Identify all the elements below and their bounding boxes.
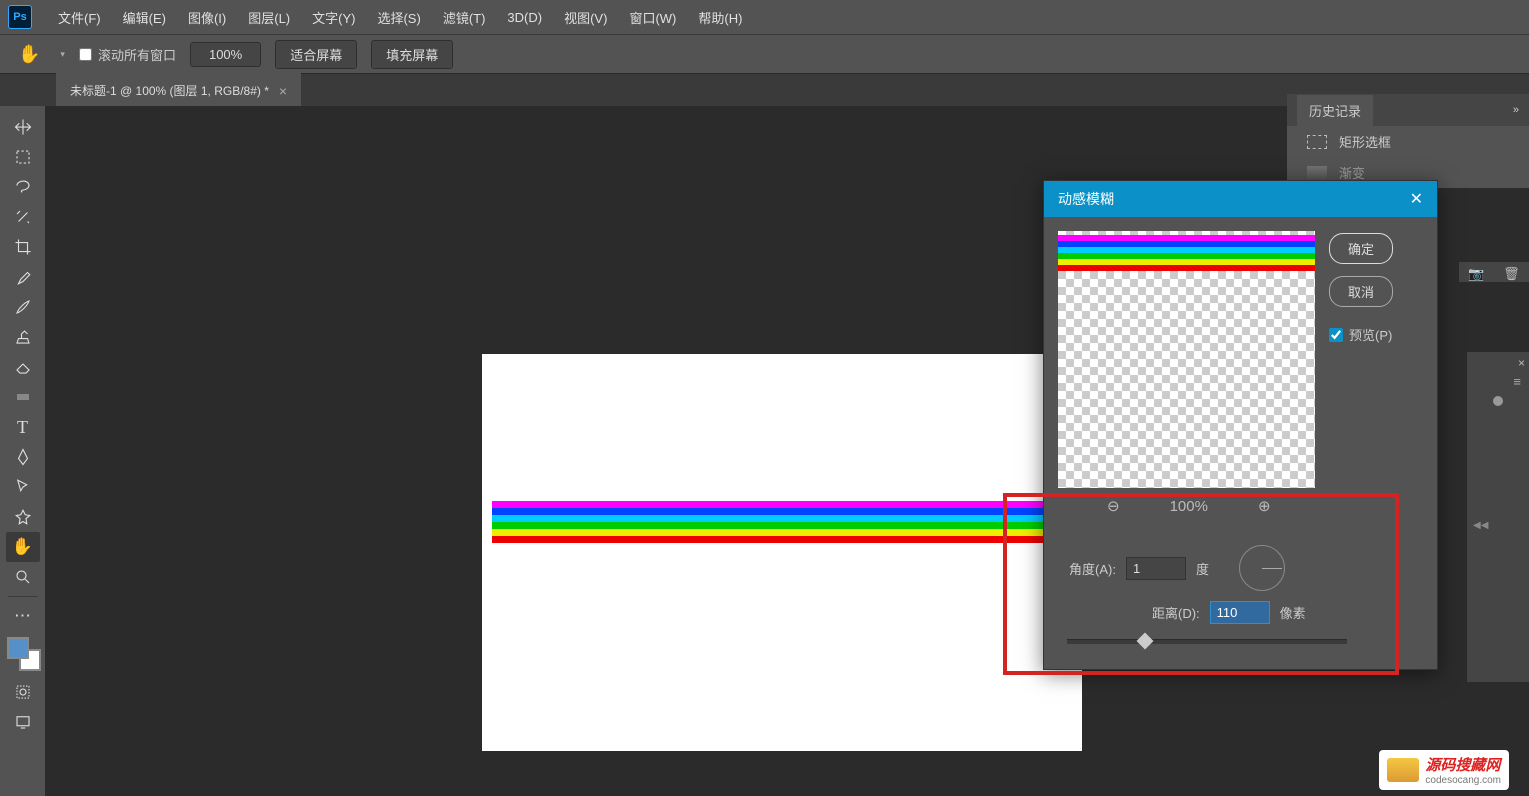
dialog-titlebar[interactable]: 动感模糊 ✕ <box>1044 181 1437 217</box>
hand-tool[interactable]: ✋ <box>6 532 40 562</box>
watermark-logo-icon <box>1387 758 1419 782</box>
type-tool[interactable]: T <box>6 412 40 442</box>
document-tab-title: 未标题-1 @ 100% (图层 1, RGB/8#) * <box>70 82 269 99</box>
distance-slider[interactable] <box>1067 639 1347 644</box>
scroll-all-label: 滚动所有窗口 <box>98 45 176 64</box>
menu-layer[interactable]: 图层(L) <box>238 2 300 33</box>
quick-mask-icon[interactable] <box>6 677 40 707</box>
history-item[interactable]: 矩形选框 <box>1287 126 1529 157</box>
distance-unit: 像素 <box>1280 603 1306 622</box>
watermark-url: codesocang.com <box>1425 775 1501 786</box>
menu-3d[interactable]: 3D(D) <box>497 4 552 31</box>
options-bar: ✋ ▾ 滚动所有窗口 100% 适合屏幕 填充屏幕 <box>0 34 1529 74</box>
panel-menu-icon[interactable]: ≡ <box>1513 374 1521 389</box>
ok-button[interactable]: 确定 <box>1329 233 1393 264</box>
edit-toolbar-icon[interactable]: ⋯ <box>6 601 40 631</box>
menu-file[interactable]: 文件(F) <box>48 2 111 33</box>
distance-label: 距离(D): <box>1152 603 1200 622</box>
screen-mode-icon[interactable] <box>6 707 40 737</box>
magic-wand-tool[interactable] <box>6 202 40 232</box>
clone-stamp-tool[interactable] <box>6 322 40 352</box>
preview-checkbox[interactable]: 预览(P) <box>1329 325 1393 344</box>
panel-close-icon[interactable]: × <box>1518 356 1525 370</box>
angle-label: 角度(A): <box>1069 559 1116 578</box>
brush-tool[interactable] <box>6 292 40 322</box>
history-item-label: 矩形选框 <box>1339 132 1391 151</box>
marquee-tool[interactable] <box>6 142 40 172</box>
tools-panel: T ✋ ⋯ <box>0 106 46 796</box>
zoom-level-field[interactable]: 100% <box>190 42 261 67</box>
gradient-tool[interactable] <box>6 382 40 412</box>
menu-window[interactable]: 窗口(W) <box>619 2 686 33</box>
menu-bar: Ps 文件(F) 编辑(E) 图像(I) 图层(L) 文字(Y) 选择(S) 滤… <box>0 0 1529 34</box>
zoom-tool[interactable] <box>6 562 40 592</box>
close-tab-icon[interactable]: × <box>279 83 287 99</box>
watermark-text: 源码搜藏网 <box>1425 754 1501 775</box>
camera-icon[interactable]: 📷 <box>1468 266 1484 278</box>
color-swatches[interactable] <box>5 635 41 671</box>
panel-icon-bar: 📷 🗑 <box>1459 262 1529 282</box>
lasso-tool[interactable] <box>6 172 40 202</box>
move-tool[interactable] <box>6 112 40 142</box>
eyedropper-tool[interactable] <box>6 262 40 292</box>
layer-indicator-icon <box>1493 396 1503 406</box>
angle-input[interactable] <box>1126 557 1186 580</box>
history-panel: 历史记录 » 矩形选框 渐变 <box>1287 94 1529 188</box>
eraser-tool[interactable] <box>6 352 40 382</box>
rainbow-gradient <box>492 501 1082 549</box>
filter-preview[interactable] <box>1058 231 1315 488</box>
document-canvas[interactable] <box>482 354 1082 751</box>
fill-screen-button[interactable]: 填充屏幕 <box>371 40 453 69</box>
watermark: 源码搜藏网 codesocang.com <box>1379 750 1509 790</box>
slider-thumb-icon[interactable] <box>1137 633 1154 650</box>
dialog-close-icon[interactable]: ✕ <box>1410 189 1423 209</box>
menu-edit[interactable]: 编辑(E) <box>113 2 176 33</box>
pen-tool[interactable] <box>6 442 40 472</box>
menu-image[interactable]: 图像(I) <box>178 2 236 33</box>
angle-dial[interactable] <box>1239 545 1285 591</box>
zoom-in-icon[interactable]: ⊕ <box>1258 497 1271 515</box>
document-tab[interactable]: 未标题-1 @ 100% (图层 1, RGB/8#) * × <box>56 73 301 106</box>
distance-input[interactable] <box>1210 601 1270 624</box>
collapse-icon[interactable]: ◀◀ <box>1473 520 1488 531</box>
zoom-out-icon[interactable]: ⊖ <box>1107 497 1120 515</box>
dialog-zoom-level: 100% <box>1170 498 1208 515</box>
history-tab[interactable]: 历史记录 <box>1297 95 1373 126</box>
layers-panel-strip: × ≡ ◀◀ <box>1466 352 1529 682</box>
shape-tool[interactable] <box>6 502 40 532</box>
trash-icon[interactable]: 🗑 <box>1503 266 1520 278</box>
gradient-icon <box>1307 166 1327 180</box>
path-selection-tool[interactable] <box>6 472 40 502</box>
highlighted-controls: ⊖ 100% ⊕ 角度(A): 度 距离(D): 像素 <box>1003 493 1399 675</box>
tool-divider <box>8 596 38 597</box>
menu-type[interactable]: 文字(Y) <box>302 2 365 33</box>
menu-filter[interactable]: 滤镜(T) <box>433 2 496 33</box>
menu-view[interactable]: 视图(V) <box>554 2 617 33</box>
menu-help[interactable]: 帮助(H) <box>688 2 752 33</box>
cancel-button[interactable]: 取消 <box>1329 276 1393 307</box>
menu-select[interactable]: 选择(S) <box>367 2 430 33</box>
angle-unit: 度 <box>1196 559 1209 578</box>
dropdown-icon[interactable]: ▾ <box>60 49 65 60</box>
app-logo: Ps <box>8 5 32 29</box>
scroll-all-checkbox[interactable]: 滚动所有窗口 <box>79 45 176 64</box>
marquee-icon <box>1307 135 1327 149</box>
preview-checkbox-label: 预览(P) <box>1349 325 1392 344</box>
fit-screen-button[interactable]: 适合屏幕 <box>275 40 357 69</box>
crop-tool[interactable] <box>6 232 40 262</box>
hand-tool-icon[interactable]: ✋ <box>12 40 46 69</box>
panel-menu-icon[interactable]: » <box>1513 104 1519 116</box>
dialog-title: 动感模糊 <box>1058 189 1114 209</box>
foreground-color[interactable] <box>7 637 29 659</box>
